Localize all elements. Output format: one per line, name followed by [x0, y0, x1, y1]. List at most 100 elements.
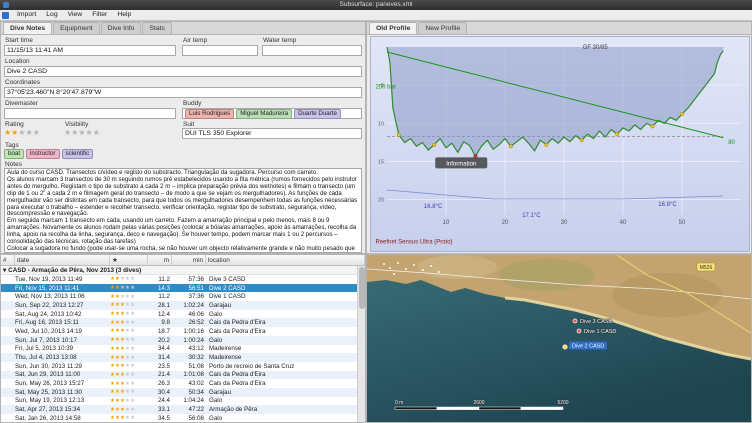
dive-depth: 11.2	[158, 275, 170, 283]
dive-location: Cais da Pedra d'Eira	[209, 319, 266, 327]
dive-depth: 31.4	[157, 354, 170, 362]
dive-row[interactable]: Fri, Nov 15, 2013 11:41 ★★★★★ 14.3 56:51 Div…	[1, 283, 357, 293]
rating-stars[interactable]: ★ ★ ★ ★ ★	[4, 128, 40, 137]
coordinates-input[interactable]	[4, 87, 362, 98]
dive-list-scrollbar[interactable]	[357, 266, 365, 422]
star-icon[interactable]: ★	[4, 128, 11, 137]
tab-stats[interactable]: Stats	[142, 22, 172, 34]
star-icon[interactable]: ★	[64, 128, 71, 137]
dive-row[interactable]: Sun, May 26, 2013 15:27 ★★★★★ 26.3 43:02 Cai…	[1, 379, 357, 388]
dive-date: Wed, Nov 13, 2013 11:06	[15, 293, 85, 301]
dive-location: Madeirense	[209, 354, 242, 362]
dive-row[interactable]: Sun, Jul 7, 2013 10:17 ★★★★★ 20.2 1:00:24 Ga…	[1, 335, 357, 345]
dive-depth: 20.2	[157, 336, 170, 344]
dive-date: Thu, Jul 4, 2013 13:08	[15, 354, 77, 362]
notes-textarea[interactable]: Aula do curso CASD. Transectos c/vídeo e…	[4, 168, 362, 253]
star-icon[interactable]: ★	[78, 128, 85, 137]
dive-location: Galo	[209, 414, 223, 422]
app-icon	[3, 2, 9, 8]
dive-depth: 23.5	[157, 362, 170, 370]
tab-new-profile[interactable]: New Profile	[418, 22, 468, 34]
star-icon[interactable]: ★	[26, 128, 33, 137]
dive-location: Dive 1 CASD	[209, 293, 246, 301]
menu-help[interactable]: Help	[113, 10, 135, 20]
trip-collapse-icon[interactable]: ▾	[3, 267, 6, 274]
col-location[interactable]: location	[206, 255, 365, 265]
dive-row[interactable]: Fri, Aug 16, 2013 15:11 ★★★★★ 9.8 26:52 Cais…	[1, 318, 357, 328]
dive-location: Dive 3 CASD	[209, 275, 246, 283]
star-icon[interactable]: ★	[18, 128, 25, 137]
dive-row[interactable]: Wed, Jul 10, 2013 14:19 ★★★★★ 18.7 1:00:16 C…	[1, 327, 357, 336]
svg-text:Information: Information	[446, 161, 476, 167]
dive-row[interactable]: Sat, Aug 24, 2013 10:42 ★★★★★ 12.4 46:06 Gal…	[1, 309, 357, 319]
tags-field[interactable]: boat instructor scientific	[4, 149, 94, 159]
chip: Duarte Duarte	[294, 108, 341, 119]
dive-row[interactable]: Wed, Nov 13, 2013 11:06 ★★★★★ 11.2 37:36 Div…	[1, 292, 357, 302]
water-temp-input[interactable]	[262, 45, 362, 56]
dive-row[interactable]: Sun, Sep 22, 2013 12:27 ★★★★★ 28.1 1:02:24 G…	[1, 301, 357, 310]
dive-row[interactable]: Fri, Jul 5, 2013 10:39 ★★★★★ 34.4 43:12 Made…	[1, 344, 357, 354]
scrollbar-thumb[interactable]	[359, 267, 365, 309]
dive-row[interactable]: Sun, Jun 30, 2013 11:29 ★★★★★ 23.5 51:08 Por…	[1, 361, 357, 371]
suit-label: Suit	[183, 121, 195, 128]
air-temp-input[interactable]	[182, 45, 258, 56]
dive-date: Fri, Nov 15, 2013 11:41	[15, 284, 80, 292]
divemaster-input[interactable]	[4, 108, 176, 119]
buddy-input[interactable]: Luis Rodrigues Miguel Madureira Duarte Dua…	[182, 108, 362, 119]
dive-list-body: ▾ CASD - Armação de Pêra, Nov 2013 (3 di…	[1, 266, 357, 422]
visibility-stars[interactable]: ★ ★ ★ ★ ★	[64, 128, 100, 137]
menu-bar: Import Log View Filter Help	[0, 10, 752, 21]
menu-filter[interactable]: Filter	[88, 10, 111, 20]
dive-location: Armação de Pêra	[209, 406, 258, 414]
col-duration[interactable]: min	[172, 255, 206, 265]
start-time-input[interactable]	[4, 45, 176, 56]
location-input[interactable]	[4, 66, 362, 77]
dive-duration: 1:02:24	[183, 301, 204, 309]
map-canvas[interactable]: M526 Dive 3 CASD Dive 1 CASD Dive 2 CASD…	[367, 255, 751, 422]
dive-row[interactable]: Sat, Jun 29, 2013 11:00 ★★★★★ 21.4 1:01:08 C…	[1, 370, 357, 380]
chip: Luis Rodrigues	[185, 108, 235, 119]
col-rating[interactable]: ★	[110, 255, 148, 265]
dive-row[interactable]: Tue, Nov 19, 2013 11:49 ★★★★★ 11.2 57:36 Div…	[1, 275, 357, 284]
dive-date: Fri, Jul 5, 2013 10:39	[15, 345, 74, 353]
svg-text:15: 15	[378, 160, 384, 166]
dive-rating: ★★★★★	[110, 397, 136, 404]
star-icon[interactable]: ★	[11, 128, 18, 137]
dive-depth: 26.3	[157, 380, 170, 388]
menu-view[interactable]: View	[64, 10, 87, 20]
star-icon[interactable]: ★	[86, 128, 93, 137]
dive-profile-plot-area[interactable]: 5 10 15 20 10 20 30 40 50 250 bar GF 30/85 80 16.8°C…	[370, 36, 750, 252]
trip-header-row[interactable]: ▾ CASD - Armação de Pêra, Nov 2013 (3 di…	[1, 266, 357, 275]
tab-equipment[interactable]: Equipment	[53, 22, 100, 34]
dive-row[interactable]: Sat, May 25, 2013 11:30 ★★★★★ 30.4 50:34 Gar…	[1, 387, 357, 397]
menu-log[interactable]: Log	[42, 10, 61, 20]
map-panel[interactable]: M526 Dive 3 CASD Dive 1 CASD Dive 2 CASD…	[366, 254, 752, 423]
tab-dive-notes[interactable]: Dive Notes	[3, 22, 53, 34]
dive-row[interactable]: Sat, Apr 27, 2013 15:34 ★★★★★ 33.1 47:22 Arm…	[1, 405, 357, 414]
tab-old-profile[interactable]: Old Profile	[369, 22, 418, 34]
star-icon[interactable]: ★	[93, 128, 100, 137]
dive-row[interactable]: Sun, May 19, 2013 12:13 ★★★★★ 24.4 1:04:24 G…	[1, 396, 357, 406]
tab-dive-info[interactable]: Dive Info	[100, 22, 142, 34]
star-icon[interactable]: ★	[33, 128, 40, 137]
col-number[interactable]: #	[1, 255, 15, 265]
suit-input[interactable]	[182, 128, 362, 139]
dive-row[interactable]: Sat, Jan 26, 2013 14:58 ★★★★★ 34.5 56:08 Gal…	[1, 414, 357, 422]
dive-rating: ★★★★★	[110, 415, 136, 422]
dive-rating: ★★★★★	[110, 311, 136, 318]
dive-date: Sun, Jul 7, 2013 10:17	[15, 336, 77, 344]
menu-import[interactable]: Import	[13, 10, 40, 20]
dive-depth: 30.4	[157, 388, 170, 396]
chip: scientific	[61, 149, 94, 159]
star-icon[interactable]: ★	[71, 128, 78, 137]
col-date[interactable]: date	[15, 255, 110, 265]
app-menu-icon[interactable]	[2, 11, 9, 19]
dive-list-panel: # date ★ m min location ▾ CASD - Armação…	[0, 254, 366, 423]
dive-row[interactable]: Thu, Jul 4, 2013 13:08 ★★★★★ 31.4 30:32 Made…	[1, 353, 357, 362]
map-marker-dive2-selected[interactable]: Dive 2 CASD	[562, 341, 607, 350]
dive-depth: 14.3	[157, 284, 170, 292]
col-depth[interactable]: m	[148, 255, 172, 265]
dive-date: Sun, Sep 22, 2013 12:27	[15, 301, 84, 309]
dive-list-header[interactable]: # date ★ m min location	[1, 255, 365, 266]
title-bar[interactable]: Subsurface: paneves.xml	[0, 0, 752, 10]
